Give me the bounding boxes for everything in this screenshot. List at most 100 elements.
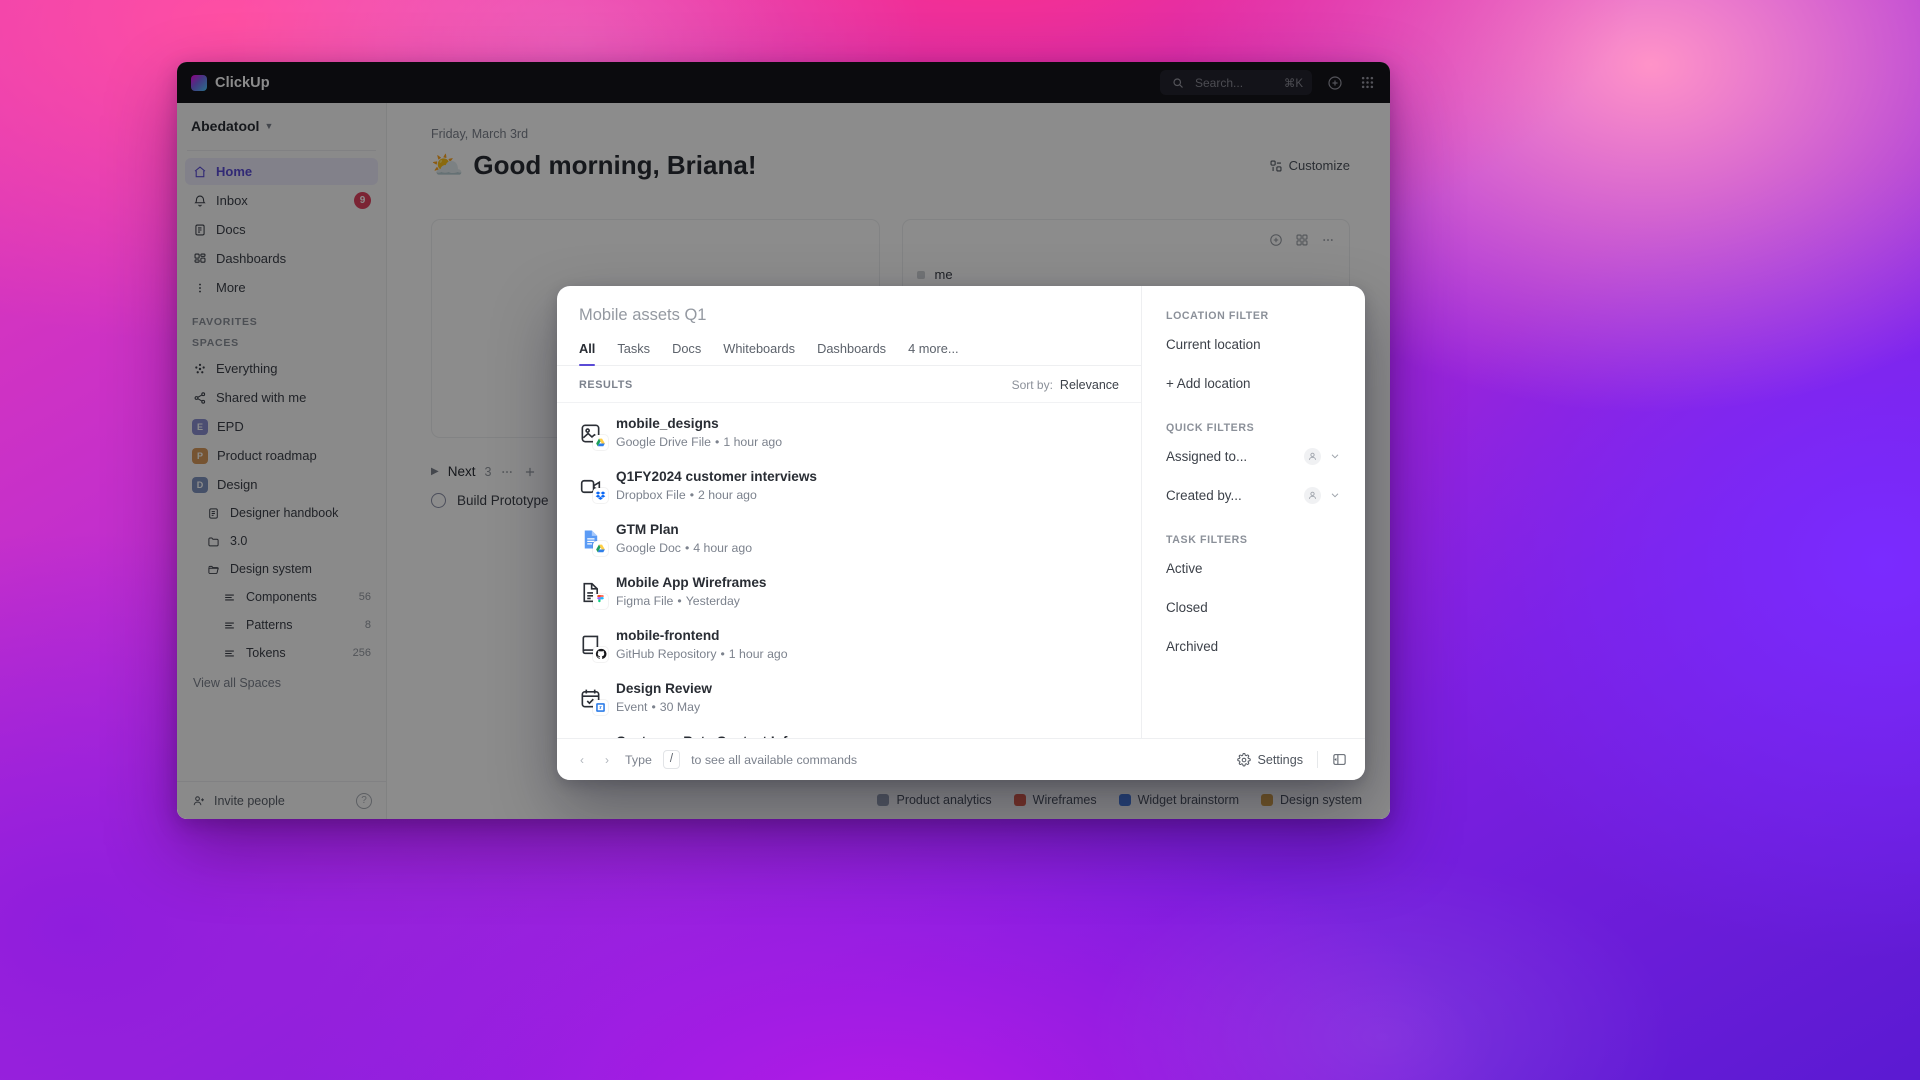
tab-docs[interactable]: Docs <box>672 341 701 365</box>
divider <box>1317 751 1318 768</box>
search-input[interactable]: Mobile assets Q1 <box>579 306 706 324</box>
result-icon-wrap <box>579 475 608 503</box>
settings-button[interactable]: Settings <box>1237 753 1303 767</box>
settings-label: Settings <box>1257 752 1303 767</box>
meta-separator: • <box>715 434 720 449</box>
results-list: mobile_designs Google Drive File • 1 hour … <box>557 403 1141 738</box>
result-time: 4 hour ago <box>693 540 753 555</box>
task-filters-label: TASK FILTERS <box>1166 534 1248 546</box>
google-drive-icon <box>593 434 608 450</box>
chevron-down-icon[interactable] <box>1329 489 1341 501</box>
modal-footer: ‹ › Type / to see all available commands… <box>557 738 1365 780</box>
result-time: 30 May <box>659 699 701 714</box>
back-arrow-icon[interactable]: ‹ <box>575 753 589 767</box>
result-icon-wrap <box>579 687 608 715</box>
gear-icon <box>1237 752 1252 767</box>
filter-label: Created by... <box>1166 487 1242 503</box>
modal-results-pane: Mobile assets Q1 All Tasks Docs Whiteboa… <box>557 286 1141 738</box>
filter-created-by[interactable]: Created by... <box>1142 478 1365 512</box>
result-row[interactable]: GTM Plan Google Doc • 4 hour ago <box>557 513 1141 566</box>
result-time: Yesterday <box>685 593 740 608</box>
result-text: mobile-frontend GitHub Repository • 1 hour… <box>616 627 788 663</box>
tab-whiteboards[interactable]: Whiteboards <box>723 341 795 365</box>
github-icon <box>593 646 608 662</box>
result-title: mobile-frontend <box>616 628 720 644</box>
filter-label: Assigned to... <box>1166 448 1248 464</box>
result-time: 2 hour ago <box>698 487 757 502</box>
slash-key: / <box>662 749 681 770</box>
google-drive-icon <box>593 540 608 556</box>
result-title: Q1FY2024 customer interviews <box>616 469 817 485</box>
sort-label: Sort by: <box>1011 378 1053 392</box>
result-type: Dropbox File <box>616 487 686 502</box>
sort-value[interactable]: Relevance <box>1060 378 1119 392</box>
filter-active[interactable]: Active <box>1142 551 1365 585</box>
results-header: RESULTS Sort by: Relevance <box>557 366 1141 403</box>
result-type: Event <box>616 699 648 714</box>
result-row[interactable]: Q1FY2024 customer interviews Dropbox Fil… <box>557 460 1141 513</box>
filter-controls <box>1304 447 1341 465</box>
user-avatar-icon[interactable] <box>1304 447 1321 465</box>
result-type-tabs: All Tasks Docs Whiteboards Dashboards 4 … <box>557 325 1141 366</box>
result-icon-wrap <box>579 634 608 662</box>
filter-assigned-to[interactable]: Assigned to... <box>1142 439 1365 473</box>
result-row[interactable]: Customer Beta Contact Info Google Sheet•… <box>557 725 1141 738</box>
command-hint-prefix: Type <box>625 752 652 767</box>
tab-tasks[interactable]: Tasks <box>617 341 650 365</box>
sort-control[interactable]: Sort by: Relevance <box>1012 378 1119 392</box>
command-hint-suffix: to see all available commands <box>691 752 858 767</box>
meta-separator: • <box>684 540 690 555</box>
result-text: Mobile App Wireframes Figma File • Yesterd… <box>616 574 766 610</box>
panel-toggle-icon[interactable] <box>1332 752 1347 767</box>
gcal-icon <box>593 699 608 715</box>
modal-filters-pane: LOCATION FILTER Current location + Add l… <box>1141 286 1365 738</box>
filter-controls <box>1304 486 1341 504</box>
forward-arrow-icon[interactable]: › <box>600 753 614 767</box>
user-avatar-icon[interactable] <box>1304 486 1321 504</box>
search-query-row[interactable]: Mobile assets Q1 <box>557 286 1141 325</box>
meta-separator: • <box>720 646 725 661</box>
result-meta: Dropbox File • 2 hour ago <box>616 487 817 505</box>
filter-current-location[interactable]: Current location <box>1142 327 1365 361</box>
result-text: Q1FY2024 customer interviews Dropbox Fil… <box>616 468 817 504</box>
result-type: Google Doc <box>616 540 681 555</box>
filter-add-location[interactable]: + Add location <box>1142 366 1365 400</box>
result-row[interactable]: Mobile App Wireframes Figma File • Yesterd… <box>557 566 1141 619</box>
result-time: 1 hour ago <box>723 434 783 449</box>
quick-filters-label: QUICK FILTERS <box>1166 422 1255 434</box>
result-text: Design Review Event • 30 May <box>616 680 712 716</box>
tab-all[interactable]: All <box>579 341 596 366</box>
dropbox-icon <box>593 487 608 503</box>
result-row[interactable]: Design Review Event • 30 May <box>557 672 1141 725</box>
clickup-app-window: ClickUp Search... ⌘K Abedatool ▼ Home In… <box>177 62 1390 819</box>
result-meta: Google Doc • 4 hour ago <box>616 540 752 558</box>
meta-separator: • <box>677 593 682 608</box>
tab-more[interactable]: 4 more... <box>908 341 959 365</box>
result-title: Design Review <box>616 681 712 697</box>
result-meta: GitHub Repository • 1 hour ago <box>616 646 788 664</box>
result-type: Figma File <box>616 593 674 608</box>
meta-separator: • <box>651 699 656 714</box>
result-icon-wrap <box>579 528 608 556</box>
result-title: GTM Plan <box>616 522 679 538</box>
filter-closed[interactable]: Closed <box>1142 590 1365 624</box>
tab-dashboards[interactable]: Dashboards <box>817 341 886 365</box>
result-meta: Event • 30 May <box>616 699 712 717</box>
filter-archived[interactable]: Archived <box>1142 629 1365 663</box>
result-title: mobile_designs <box>616 416 719 432</box>
result-time: 1 hour ago <box>728 646 788 661</box>
result-title: Mobile App Wireframes <box>616 575 767 591</box>
result-type: GitHub Repository <box>616 646 717 661</box>
chevron-down-icon[interactable] <box>1329 450 1341 462</box>
result-row[interactable]: mobile-frontend GitHub Repository • 1 hour… <box>557 619 1141 672</box>
figma-icon <box>593 593 608 609</box>
result-icon-wrap <box>579 422 608 450</box>
result-icon-wrap <box>579 581 608 609</box>
result-type: Google Drive File <box>616 434 711 449</box>
results-label: RESULTS <box>579 379 633 391</box>
result-row[interactable]: mobile_designs Google Drive File • 1 hour … <box>557 407 1141 460</box>
location-filter-label: LOCATION FILTER <box>1166 310 1269 322</box>
footer-actions: Settings <box>1237 751 1347 768</box>
meta-separator: • <box>689 487 695 502</box>
result-meta: Google Drive File • 1 hour ago <box>616 434 782 452</box>
